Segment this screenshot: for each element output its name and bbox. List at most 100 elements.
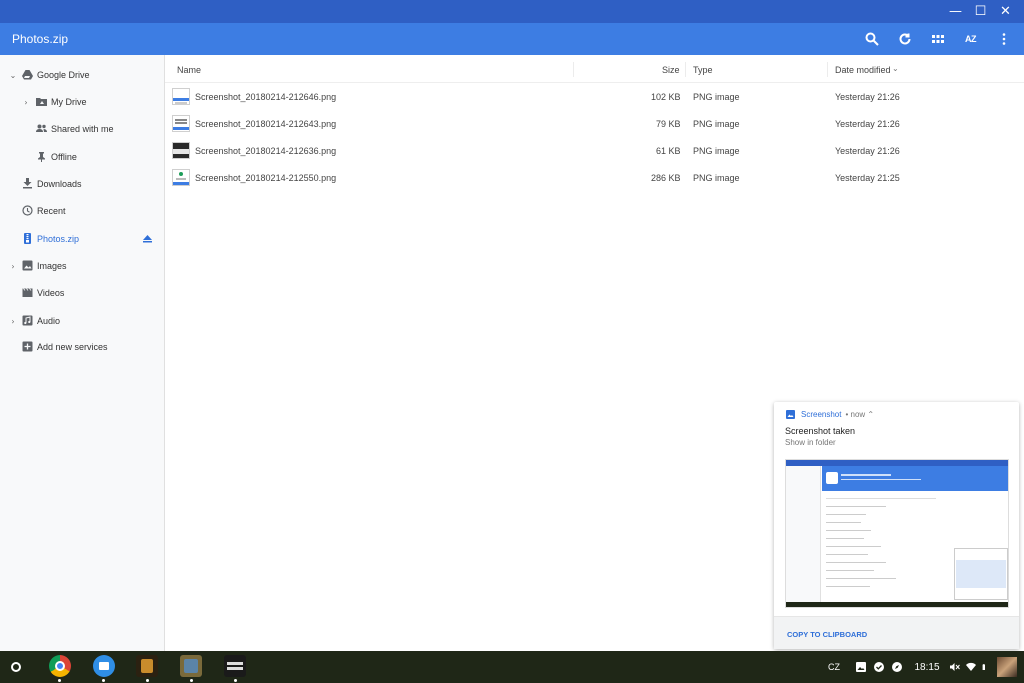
files-icon[interactable] [93, 655, 115, 677]
app-1-icon[interactable] [136, 655, 158, 677]
running-indicator [102, 679, 105, 682]
screenshot-preview-image[interactable] [785, 459, 1009, 608]
close-icon[interactable]: ✕ [993, 0, 1018, 23]
column-header-date[interactable]: Date modified [835, 65, 891, 75]
check-circle-icon[interactable] [872, 651, 886, 683]
page-title: Photos.zip [12, 32, 69, 46]
notification-title: Screenshot taken [785, 426, 856, 436]
more-options-button[interactable] [987, 23, 1020, 55]
google-drive-icon [22, 69, 33, 80]
volume-muted-icon[interactable] [948, 651, 962, 683]
clock-time[interactable]: 18:15 [912, 651, 942, 683]
launcher-icon[interactable] [11, 662, 21, 672]
file-type: PNG image [693, 119, 740, 129]
file-name: Screenshot_20180214-212550.png [195, 173, 337, 183]
audio-icon [22, 315, 33, 326]
file-size: 286 KB [651, 173, 681, 183]
avatar[interactable] [997, 651, 1017, 683]
more-vertical-icon [1002, 33, 1005, 45]
file-date: Yesterday 21:26 [835, 119, 900, 129]
sidebar-item-videos[interactable]: Videos [0, 280, 164, 306]
sidebar-item-recent[interactable]: Recent [0, 198, 164, 224]
file-type: PNG image [693, 173, 740, 183]
war-of-mine-icon[interactable] [224, 655, 246, 677]
add-box-icon [22, 341, 33, 352]
eject-icon[interactable] [143, 235, 152, 243]
sidebar-item-label: Photos.zip [37, 234, 80, 244]
file-size: 102 KB [651, 92, 681, 102]
zip-icon [22, 233, 33, 244]
sidebar-item-audio[interactable]: › Audio [0, 308, 164, 334]
wifi-icon[interactable] [964, 651, 978, 683]
clock-icon [22, 205, 33, 216]
notification-timestamp[interactable]: • now ⌃ [845, 410, 874, 419]
notification-message[interactable]: Show in folder [785, 438, 836, 447]
file-date: Yesterday 21:26 [835, 146, 900, 156]
chevron-down-icon[interactable]: ⌄ [9, 71, 17, 80]
sidebar-item-offline[interactable]: Offline [0, 144, 164, 170]
grid-view-icon [931, 35, 944, 43]
notification-header: Screenshot • now ⌃ [786, 410, 874, 419]
file-thumbnail [172, 142, 190, 159]
chevron-right-icon[interactable]: › [9, 262, 17, 271]
table-header: Name Size Type Date modified ⌄ [165, 55, 1024, 83]
column-divider[interactable] [573, 62, 574, 77]
download-icon [22, 178, 33, 189]
sidebar-item-label: Images [37, 261, 67, 271]
sidebar-item-label: Google Drive [37, 70, 90, 80]
column-divider[interactable] [685, 62, 686, 77]
notification-app-name: Screenshot [801, 410, 842, 419]
table-row[interactable]: Screenshot_20180214-212646.png 102 KB PN… [165, 83, 1024, 110]
grid-view-button[interactable] [921, 23, 954, 55]
file-date: Yesterday 21:26 [835, 92, 900, 102]
sidebar-item-shared-with-me[interactable]: Shared with me [0, 116, 164, 142]
chevron-right-icon[interactable]: › [9, 317, 17, 326]
sidebar-item-google-drive[interactable]: ⌄ Google Drive [0, 62, 164, 88]
window-controls: — ☐ ✕ [943, 0, 1018, 23]
running-indicator [190, 679, 193, 682]
minimize-icon[interactable]: — [943, 0, 968, 23]
file-thumbnail [172, 115, 190, 132]
chrome-icon[interactable] [49, 655, 71, 677]
my-drive-icon [36, 96, 47, 107]
screenshot-notification[interactable]: Screenshot • now ⌃ Screenshot taken Show… [774, 402, 1019, 649]
video-icon [22, 287, 33, 298]
file-thumbnail [172, 88, 190, 105]
sidebar-item-label: Offline [51, 152, 77, 162]
notification-actions: COPY TO CLIPBOARD [774, 616, 1019, 649]
search-icon [865, 32, 879, 46]
battery-icon[interactable] [980, 651, 990, 683]
sidebar-item-label: Videos [37, 288, 65, 298]
sidebar-item-label: My Drive [51, 97, 87, 107]
file-date: Yesterday 21:25 [835, 173, 900, 183]
compass-icon[interactable] [890, 651, 904, 683]
app-2-icon[interactable] [180, 655, 202, 677]
column-header-name[interactable]: Name [177, 65, 201, 75]
copy-to-clipboard-button[interactable]: COPY TO CLIPBOARD [787, 630, 867, 639]
chevron-right-icon[interactable]: › [22, 98, 30, 107]
sidebar-item-images[interactable]: › Images [0, 253, 164, 279]
screenshot-tray-icon[interactable] [854, 651, 868, 683]
sort-button[interactable]: AZ [954, 23, 987, 55]
sort-descending-icon: ⌄ [892, 64, 899, 73]
sidebar-item-photos-zip[interactable]: Photos.zip [0, 226, 164, 252]
table-row[interactable]: Screenshot_20180214-212636.png 61 KB PNG… [165, 137, 1024, 164]
image-icon [22, 260, 33, 271]
column-header-type[interactable]: Type [693, 65, 713, 75]
column-header-size[interactable]: Size [662, 65, 680, 75]
keyboard-layout[interactable]: CZ [824, 651, 844, 683]
sidebar-item-downloads[interactable]: Downloads [0, 171, 164, 197]
sidebar-item-add-new-services[interactable]: Add new services [0, 334, 164, 360]
table-row[interactable]: Screenshot_20180214-212550.png 286 KB PN… [165, 164, 1024, 191]
sidebar-item-label: Shared with me [51, 124, 114, 134]
maximize-icon[interactable]: ☐ [968, 0, 993, 23]
search-button[interactable] [855, 23, 888, 55]
status-tray[interactable]: CZ 18:15 [824, 651, 1024, 683]
column-divider[interactable] [827, 62, 828, 77]
sidebar-item-label: Recent [37, 206, 66, 216]
table-row[interactable]: Screenshot_20180214-212643.png 79 KB PNG… [165, 110, 1024, 137]
refresh-button[interactable] [888, 23, 921, 55]
sidebar-item-label: Add new services [37, 342, 108, 352]
running-indicator [58, 679, 61, 682]
sidebar-item-my-drive[interactable]: › My Drive [0, 89, 164, 115]
